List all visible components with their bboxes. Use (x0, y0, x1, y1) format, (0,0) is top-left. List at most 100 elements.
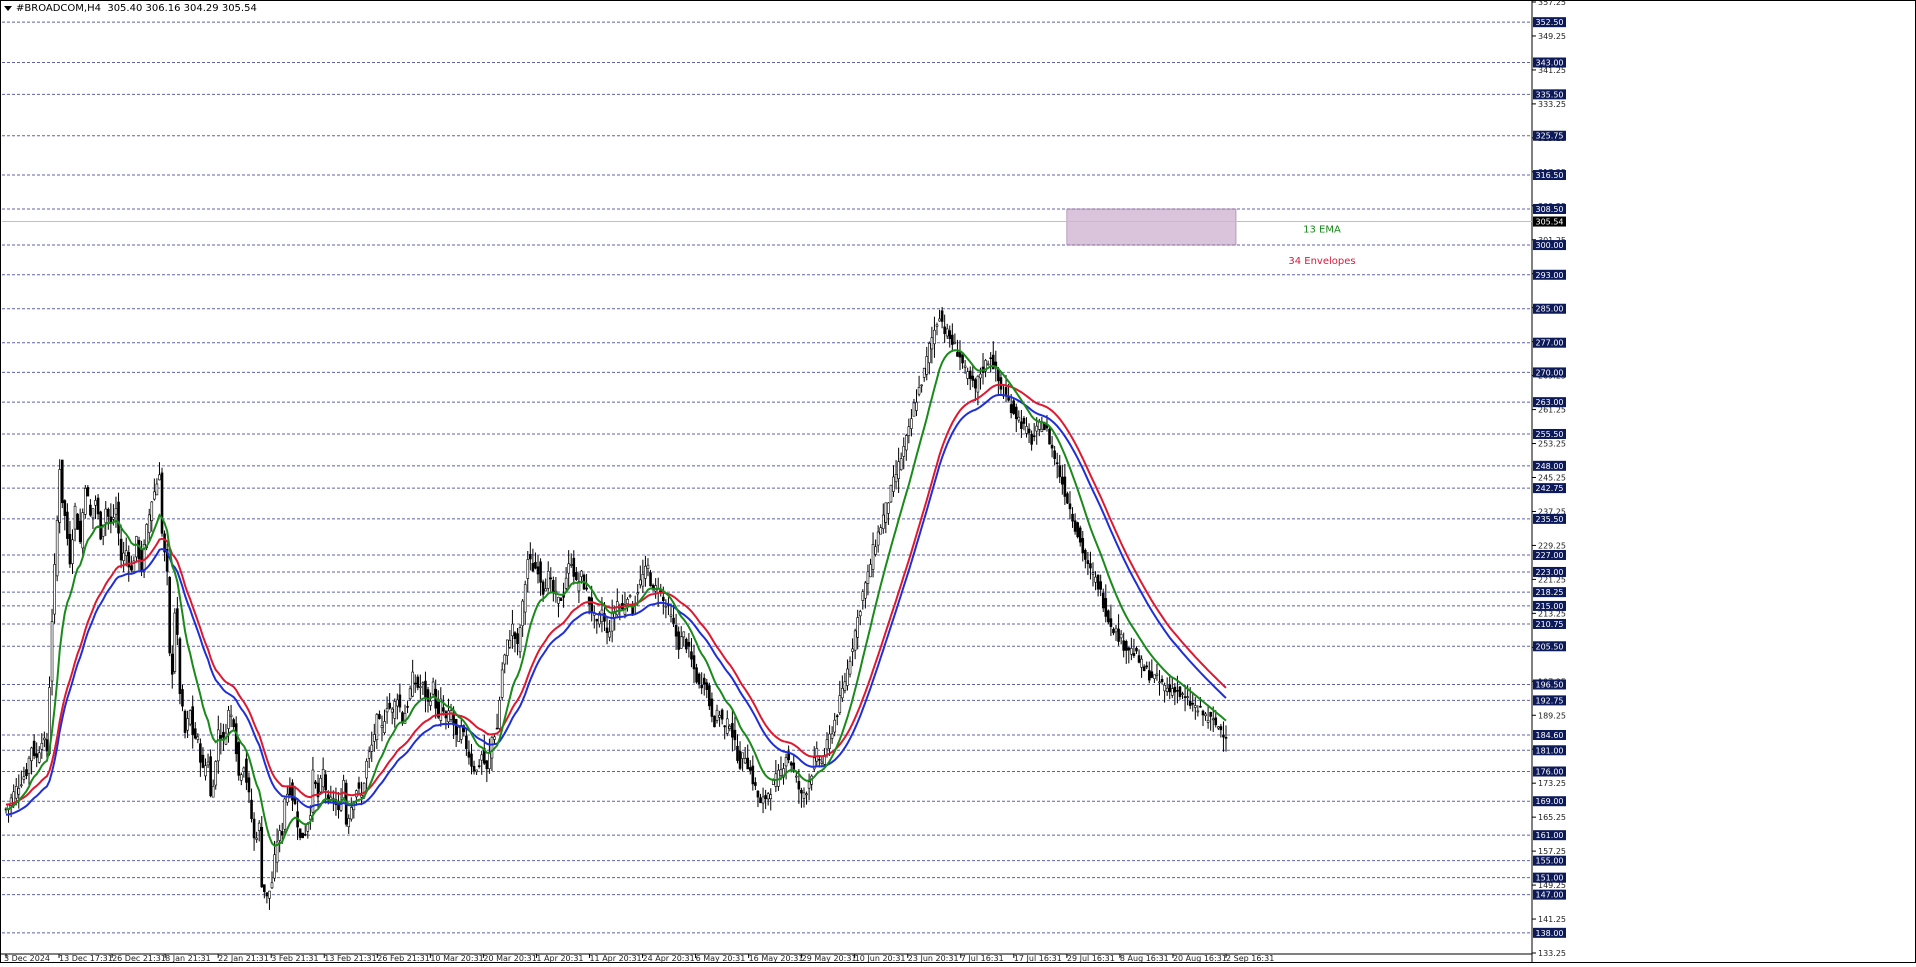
candle-body (733, 729, 737, 741)
candle-body (672, 617, 675, 624)
level-label: 352.50 (1536, 18, 1564, 27)
candle-body (265, 892, 269, 897)
level-label: 293.00 (1536, 271, 1564, 280)
candle-body (769, 794, 773, 800)
y-tick-label: 141.25 (1538, 915, 1566, 924)
candle-body (1099, 581, 1102, 590)
candle-body (841, 688, 844, 699)
candle-body (216, 729, 220, 762)
x-tick-label: 8 Jan 21:31 (165, 954, 211, 963)
candle-body (37, 752, 41, 763)
candle-body (204, 765, 207, 777)
candle-body (1073, 520, 1077, 532)
candle-body (815, 748, 819, 762)
x-tick-label: 10 Mar 20:31 (430, 954, 483, 963)
candle-body (211, 786, 215, 798)
candle-body (1037, 421, 1041, 430)
candle-body (766, 793, 770, 800)
candle-body (976, 376, 980, 393)
candle-body (278, 830, 281, 841)
candle-body (1020, 421, 1023, 429)
candle-body (155, 483, 159, 496)
candle-body (324, 774, 328, 791)
price-chart[interactable]: 357.25349.25341.25333.25325.25317.25309.… (0, 0, 1916, 963)
candle-body (388, 702, 391, 709)
candle-body (260, 826, 264, 888)
candle-body (897, 461, 900, 479)
candle-body (505, 639, 509, 656)
candle-body (58, 469, 62, 523)
candle-body (887, 502, 890, 514)
candle-body (626, 599, 629, 605)
candle-body (1142, 666, 1146, 672)
candle-body (191, 706, 195, 736)
candle-body (925, 356, 929, 375)
candle-body (943, 326, 946, 335)
candle-body (1147, 670, 1151, 681)
candle-body (283, 798, 287, 830)
candle-body (214, 761, 218, 786)
candle-body (1114, 627, 1118, 633)
candle-body (186, 718, 189, 731)
level-label: 218.25 (1536, 588, 1564, 597)
candle-body (454, 719, 458, 735)
candle-body (1178, 686, 1182, 697)
candle-body (413, 682, 417, 685)
x-tick-label: 1 Apr 20:31 (536, 954, 583, 963)
candle-body (904, 435, 908, 451)
candle-body (915, 401, 918, 411)
candle-body (539, 561, 542, 583)
candle-body (488, 751, 491, 769)
candle-body (1209, 711, 1212, 717)
candle-body (830, 733, 834, 739)
candle-body (122, 552, 125, 561)
candle-body (45, 739, 49, 752)
candle-body (373, 734, 376, 742)
candle-body (71, 539, 74, 564)
candle-body (736, 745, 739, 761)
candle-body (270, 882, 274, 889)
candle-body (1130, 648, 1133, 655)
candle-body (1222, 734, 1225, 738)
candle-body (948, 330, 952, 340)
candle-body (531, 563, 535, 572)
x-tick-label: 22 Jan 21:31 (218, 954, 269, 963)
candle-body (89, 504, 92, 516)
symbol-label: #BROADCOM,H4 (16, 3, 101, 14)
candle-body (147, 514, 151, 533)
candle-body (546, 570, 550, 589)
candle-body (899, 458, 903, 471)
candle-body (746, 757, 750, 770)
level-label: 300.00 (1536, 241, 1564, 250)
candle-body (764, 795, 767, 800)
candle-body (298, 828, 302, 838)
candle-body (700, 684, 703, 689)
candle-body (682, 631, 686, 638)
candle-body (209, 756, 212, 797)
ohlc-values: 305.40 306.16 304.29 305.54 (107, 3, 257, 14)
candle-body (408, 688, 412, 700)
candle-body (360, 794, 363, 798)
candle-body (94, 500, 97, 506)
candle-body (779, 769, 783, 776)
candle-body (196, 736, 200, 740)
resistance-zone (1066, 208, 1237, 246)
y-tick-label: 333.25 (1538, 100, 1566, 109)
candle-body (1150, 671, 1154, 678)
candle-body (419, 686, 422, 688)
candle-body (989, 357, 992, 360)
candle-body (723, 725, 727, 728)
candle-body (800, 789, 803, 794)
candle-body (797, 780, 801, 790)
candle-body (398, 694, 402, 708)
candle-body (595, 618, 599, 622)
candle-body (1089, 563, 1092, 569)
candle-body (411, 671, 414, 697)
candle-body (1217, 726, 1220, 729)
collapse-triangle-icon[interactable] (4, 5, 12, 11)
x-tick-label: 2 Sep 16:31 (1226, 954, 1274, 963)
candle-body (1137, 655, 1141, 663)
candle-body (879, 527, 883, 535)
candle-body (1194, 705, 1197, 708)
y-tick-label: 349.25 (1538, 32, 1566, 41)
